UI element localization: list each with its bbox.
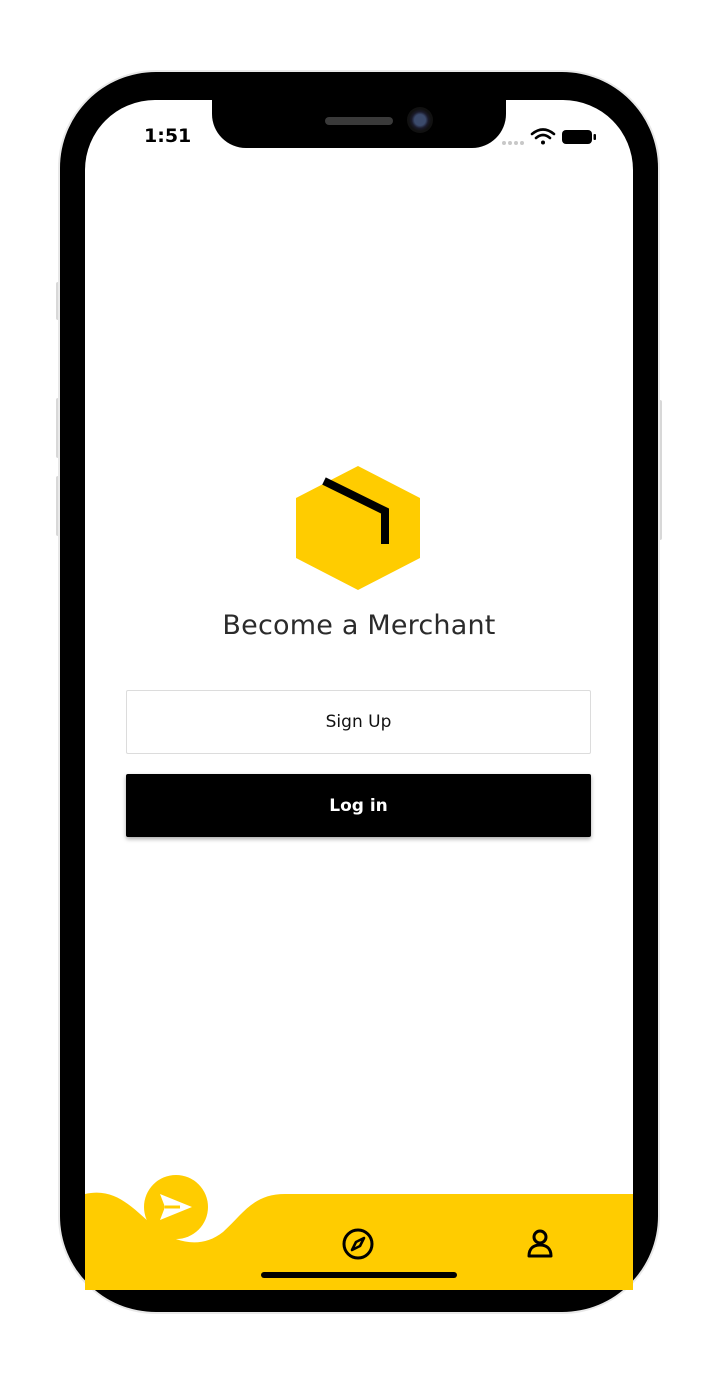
compass-icon[interactable]	[340, 1226, 376, 1262]
log-in-button[interactable]: Log in	[126, 774, 591, 837]
status-icons	[502, 128, 596, 145]
send-icon	[160, 1194, 192, 1220]
wifi-icon	[530, 128, 556, 145]
signal-icon	[502, 141, 524, 145]
sign-up-label: Sign Up	[325, 712, 392, 732]
box-logo-icon	[296, 466, 420, 590]
page-title: Become a Merchant	[222, 610, 496, 641]
sign-up-button[interactable]: Sign Up	[126, 690, 591, 754]
notch	[212, 84, 506, 148]
battery-icon	[562, 130, 596, 144]
home-indicator[interactable]	[261, 1272, 457, 1278]
phone-side-button	[658, 400, 662, 540]
earpiece-speaker	[325, 117, 393, 125]
user-icon[interactable]	[522, 1226, 558, 1262]
status-time: 1:51	[144, 125, 192, 147]
front-camera	[407, 107, 433, 133]
log-in-label: Log in	[329, 795, 388, 816]
send-tab-button[interactable]	[144, 1175, 208, 1239]
